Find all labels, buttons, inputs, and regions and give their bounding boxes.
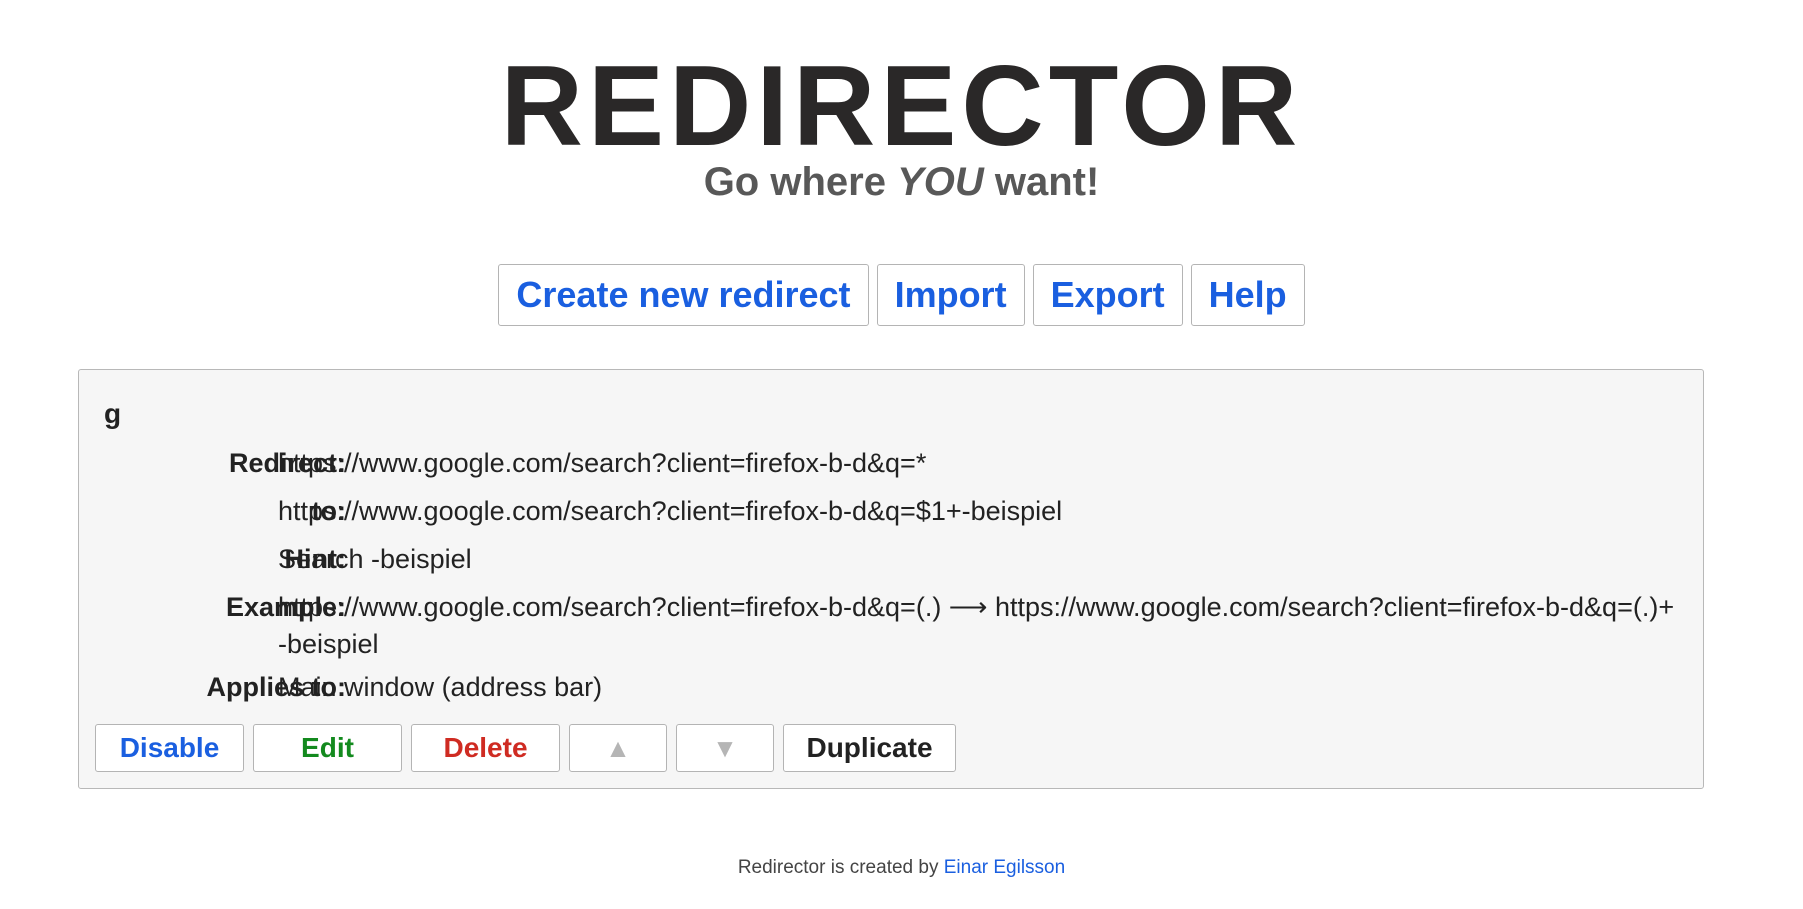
move-down-button[interactable]: ▼ [676, 724, 774, 772]
tagline-after: want! [983, 160, 1100, 204]
disable-button[interactable]: Disable [95, 724, 244, 772]
tagline: Go where YOU want! [0, 162, 1803, 202]
header: REDIRECTOR Go where YOU want! [0, 43, 1803, 203]
import-button[interactable]: Import [876, 264, 1025, 326]
example-value: https://www.google.com/search?client=fir… [278, 592, 1675, 659]
app-title: REDIRECTOR [500, 43, 1303, 170]
help-button[interactable]: Help [1190, 264, 1305, 326]
create-new-redirect-button[interactable]: Create new redirect [498, 264, 869, 326]
export-button[interactable]: Export [1032, 264, 1183, 326]
redirect-card: g Redirect: https://www.google.com/searc… [78, 369, 1704, 789]
delete-button[interactable]: Delete [411, 724, 560, 772]
footer-text: Redirector is created by [737, 857, 944, 878]
author-link[interactable]: Einar Egilsson [944, 857, 1065, 878]
main-menu: Create new redirect Import Export Help [0, 264, 1803, 326]
edit-button[interactable]: Edit [253, 724, 402, 772]
redirect-value: https://www.google.com/search?client=fir… [278, 448, 927, 478]
move-up-button[interactable]: ▲ [569, 724, 667, 772]
duplicate-button[interactable]: Duplicate [783, 724, 956, 772]
tagline-emphasis: YOU [897, 160, 984, 204]
redirect-actions: Disable Edit Delete ▲ ▼ Duplicate [95, 724, 965, 772]
footer: Redirector is created by Einar Egilsson [0, 857, 1803, 879]
hint-value: Search -beispiel [278, 544, 472, 574]
to-value: https://www.google.com/search?client=fir… [278, 496, 1063, 526]
applies-to-value: Main window (address bar) [278, 672, 603, 702]
tagline-before: Go where [703, 160, 898, 204]
redirect-name: g [104, 398, 122, 429]
